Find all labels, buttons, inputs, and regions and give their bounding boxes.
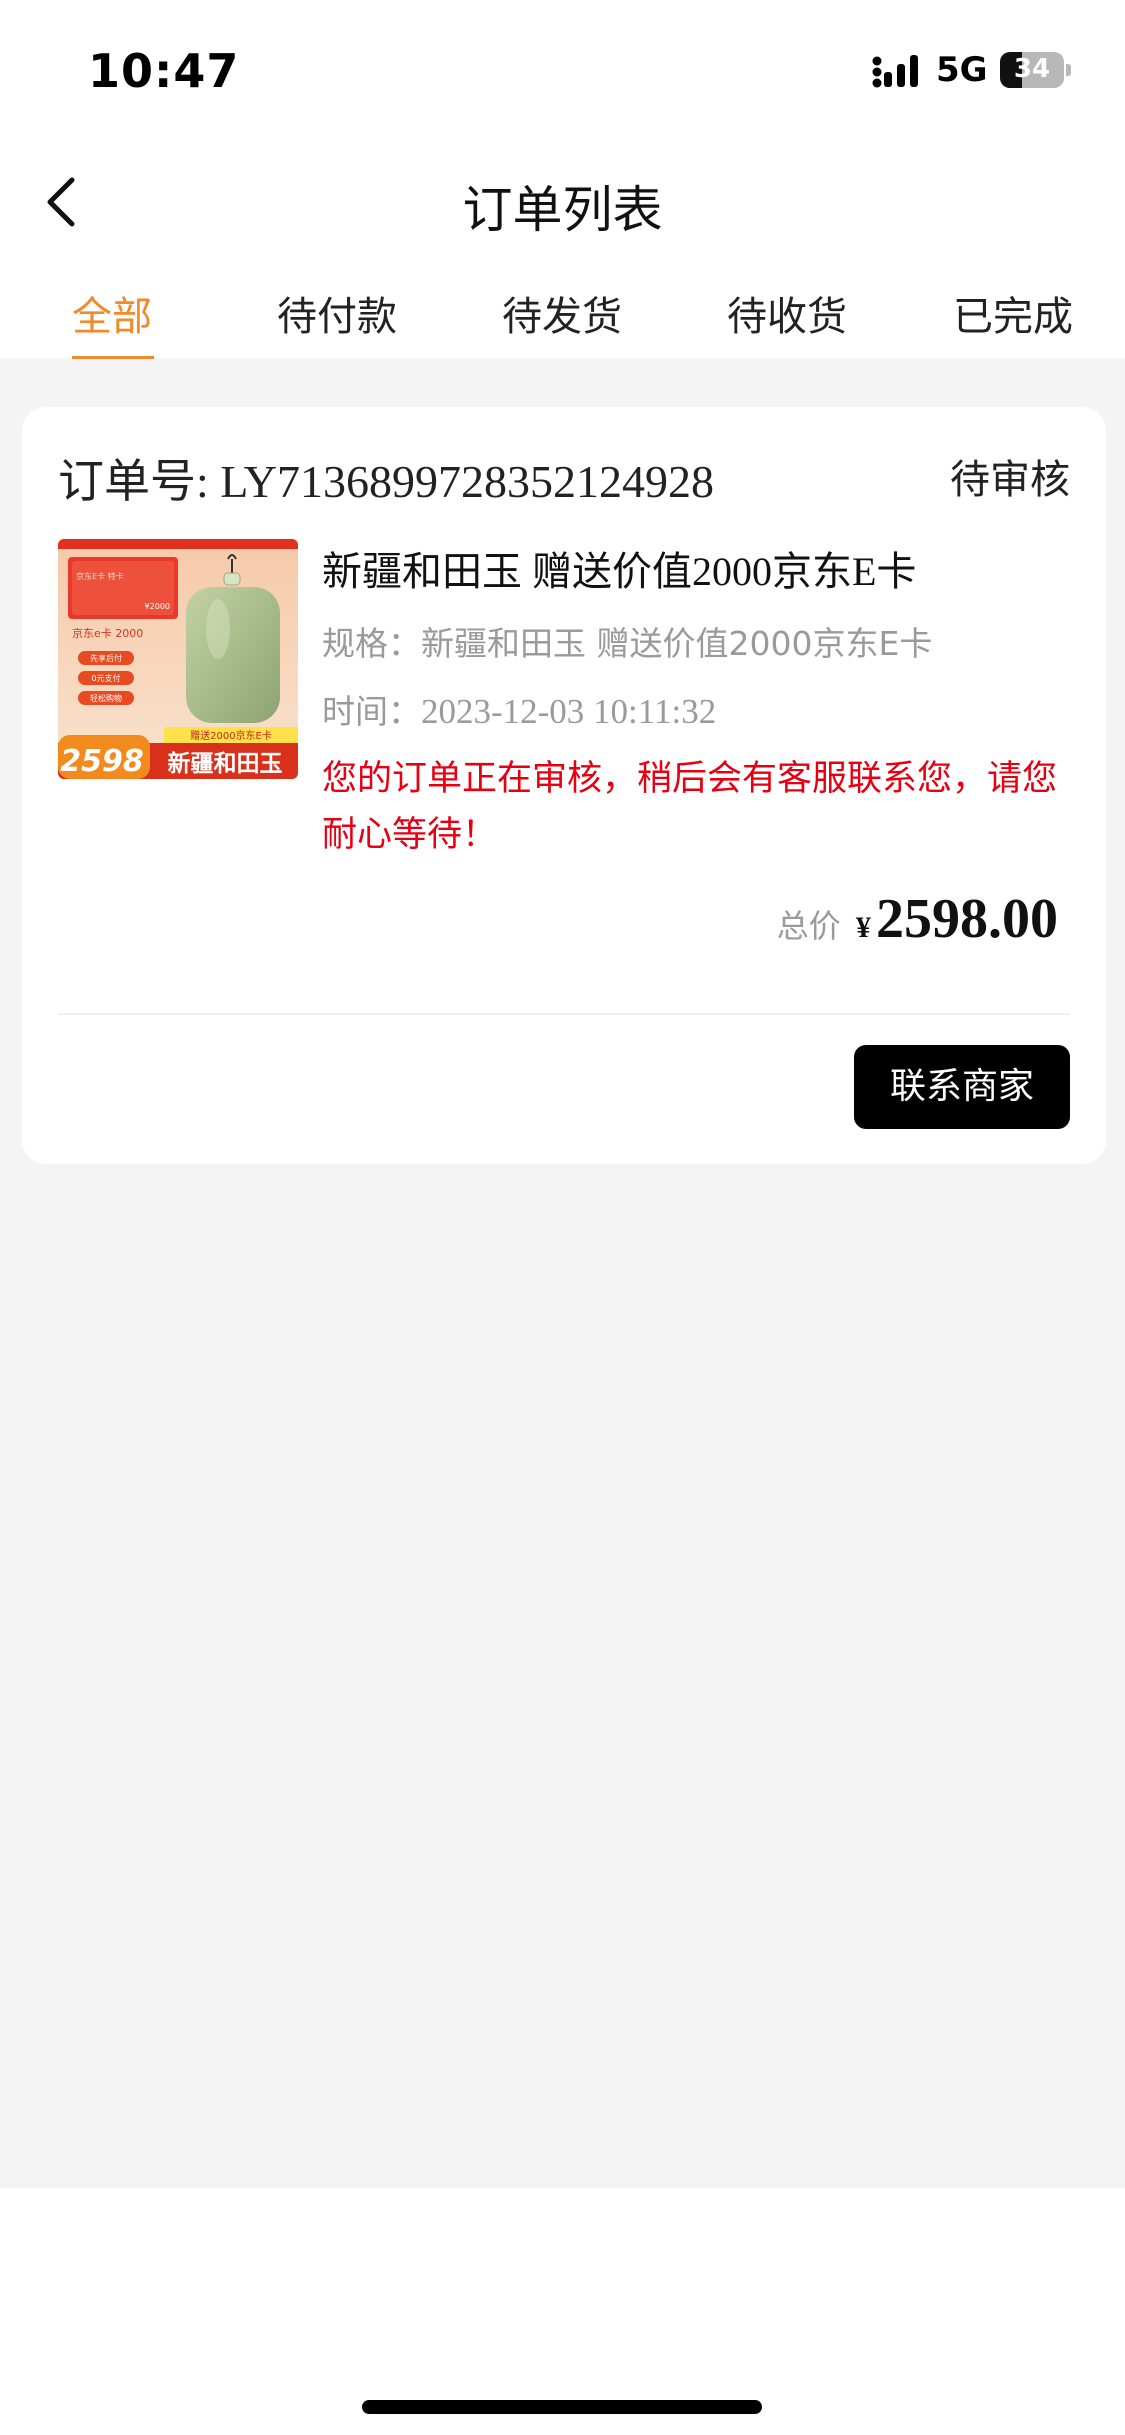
home-indicator[interactable] — [362, 2400, 762, 2414]
review-notice: 您的订单正在审核，稍后会有客服联系您，请您耐心等待！ — [322, 759, 1058, 855]
pill-3: 轻松购物 — [90, 693, 122, 703]
order-number: 订单号: LY7136899728352124928 — [58, 456, 714, 507]
tab-completed[interactable]: 已完成 — [953, 284, 1073, 342]
time-label: 时间： — [322, 692, 421, 731]
status-bar: 10:47 5G 34 — [0, 0, 1125, 140]
card-small-text: 京东E卡 特卡 — [76, 571, 124, 581]
product-spec: 规格：新疆和田玉 赠送价值2000京东E卡 — [322, 617, 932, 665]
pill-2: 0元支付 — [91, 673, 120, 683]
contact-merchant-button[interactable]: 联系商家 — [854, 1045, 1070, 1129]
order-time: 时间：2023-12-03 10:11:32 — [322, 685, 716, 733]
divider — [58, 1013, 1070, 1015]
tab-all[interactable]: 全部 — [72, 284, 152, 342]
active-tab-indicator — [72, 356, 154, 359]
card-value-text: ¥2000 — [145, 602, 170, 611]
spec-label: 规格： — [322, 624, 421, 663]
gift-banner: 赠送2000京东E卡 — [190, 729, 272, 742]
card-label: 京东e卡 2000 — [72, 626, 143, 640]
total-label: 总价 — [776, 907, 841, 945]
time-value: 2023-12-03 10:11:32 — [421, 692, 717, 731]
product-title[interactable]: 新疆和田玉 赠送价值2000京东E卡 — [322, 539, 916, 597]
currency-symbol: ¥ — [855, 911, 871, 944]
network-type: 5G — [936, 50, 988, 90]
status-time: 10:47 — [88, 44, 240, 98]
tab-pending-shipment[interactable]: 待发货 — [502, 284, 622, 342]
product-image: 京东E卡 特卡 ¥2000 京东e卡 2000 先享后付 0元支付 轻松购物 赠… — [58, 539, 298, 779]
bottom-area — [0, 2188, 1125, 2435]
battery-icon: 34 — [1000, 52, 1071, 88]
battery-level: 34 — [1013, 54, 1051, 84]
signal-icon — [872, 55, 918, 88]
header-area: 10:47 5G 34 订单列表 全部 待付款 待发货 待收货 已完成 — [0, 0, 1125, 359]
total-amount: 2598.00 — [876, 888, 1058, 950]
product-thumbnail[interactable]: 京东E卡 特卡 ¥2000 京东e卡 2000 先享后付 0元支付 轻松购物 赠… — [58, 539, 298, 779]
spec-value: 新疆和田玉 赠送价值2000京东E卡 — [421, 624, 933, 663]
page-title: 订单列表 — [462, 181, 663, 239]
pill-1: 先享后付 — [90, 653, 122, 663]
price-badge: 2598 — [60, 744, 144, 779]
tab-pending-receipt[interactable]: 待收货 — [727, 284, 847, 342]
tab-pending-payment[interactable]: 待付款 — [277, 284, 397, 342]
navigation-bar: 订单列表 — [0, 150, 1125, 250]
name-banner: 新疆和田玉 — [168, 750, 283, 777]
order-card[interactable]: 订单号: LY7136899728352124928 待审核 京东E卡 特卡 ¥… — [22, 407, 1106, 1164]
order-tabs: 全部 待付款 待发货 待收货 已完成 — [0, 276, 1125, 359]
order-status: 待审核 — [950, 457, 1070, 503]
total-price: 总价 ¥ 2598.00 — [777, 887, 1058, 951]
